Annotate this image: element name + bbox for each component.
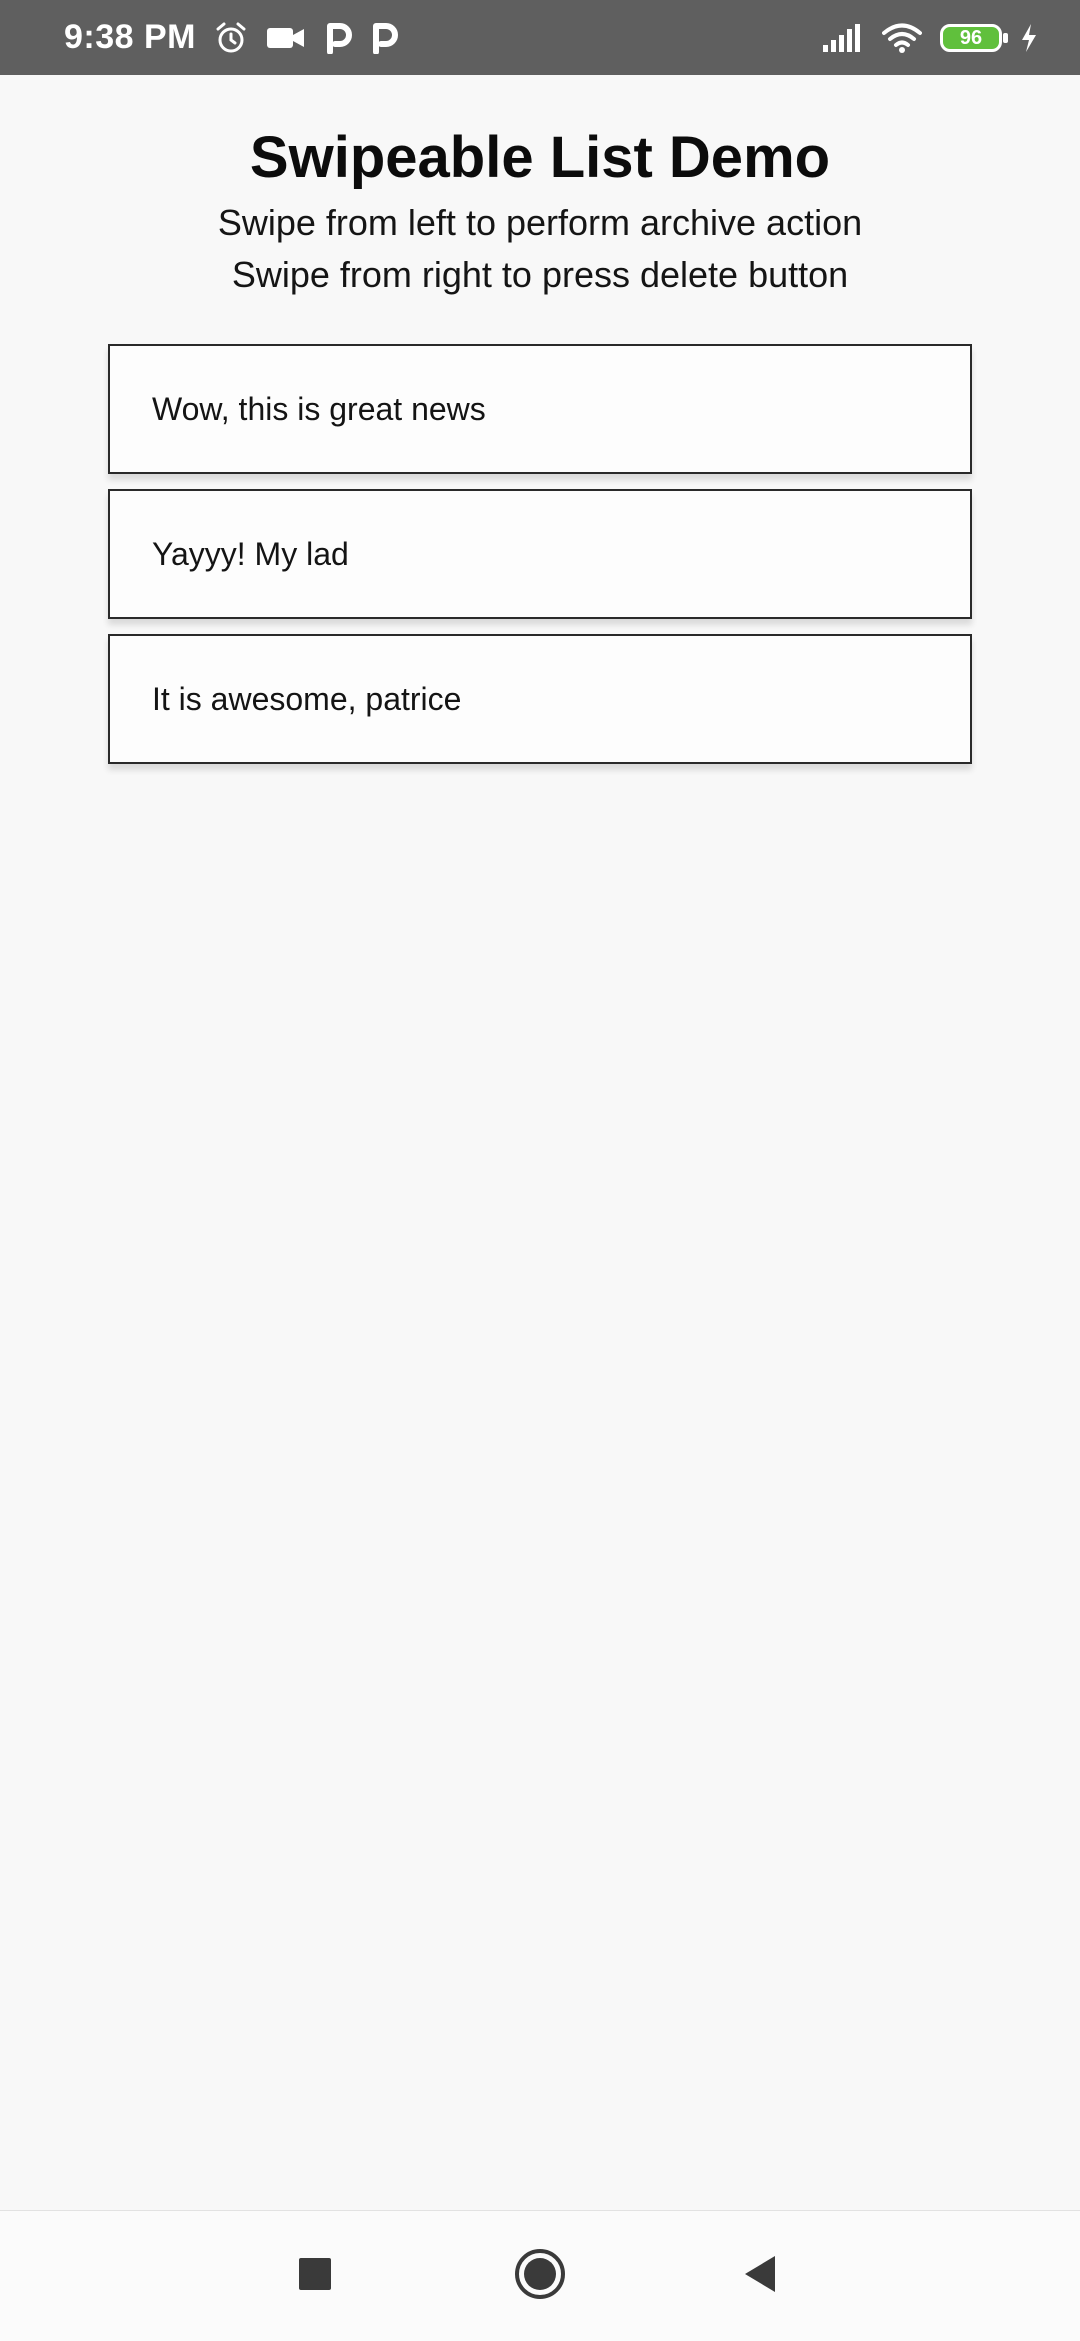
charging-icon (1020, 23, 1038, 53)
subtitle-line-2: Swipe from right to press delete button (231, 254, 849, 295)
video-camera-icon (266, 24, 306, 52)
recent-apps-icon (298, 2257, 332, 2296)
battery-icon: 96 (940, 23, 1008, 52)
home-button[interactable] (505, 2211, 575, 2341)
list-item-text: Yayyy! My lad (152, 535, 349, 572)
battery-level: 96 (959, 26, 983, 49)
back-icon (742, 2254, 778, 2299)
list-item-text: It is awesome, patrice (152, 680, 462, 717)
home-icon (513, 2247, 567, 2306)
swipeable-list: Wow, this is great news Yayyy! My lad It… (108, 344, 972, 779)
status-bar-left: 9:38 PM (64, 0, 398, 75)
subtitle-line-1: Swipe from left to perform archive actio… (217, 202, 863, 243)
list-item[interactable]: Wow, this is great news (108, 344, 972, 474)
list-item-text: Wow, this is great news (152, 390, 486, 427)
list-item[interactable]: Yayyy! My lad (108, 489, 972, 619)
header: Swipeable List Demo Swipe from left to p… (0, 120, 1080, 300)
status-bar: 9:38 PM 96 (0, 0, 1080, 75)
status-time: 9:38 PM (64, 18, 196, 56)
wifi-icon (882, 23, 922, 53)
page-title: Swipeable List Demo (249, 125, 831, 190)
alarm-icon (214, 21, 248, 55)
navigation-bar (0, 2210, 1080, 2341)
p-app-icon (324, 22, 352, 54)
signal-icon (822, 23, 864, 53)
back-button[interactable] (725, 2211, 795, 2341)
status-bar-right: 96 (822, 0, 1038, 75)
list-item[interactable]: It is awesome, patrice (108, 634, 972, 764)
recent-apps-button[interactable] (280, 2211, 350, 2341)
p-app-icon (370, 22, 398, 54)
